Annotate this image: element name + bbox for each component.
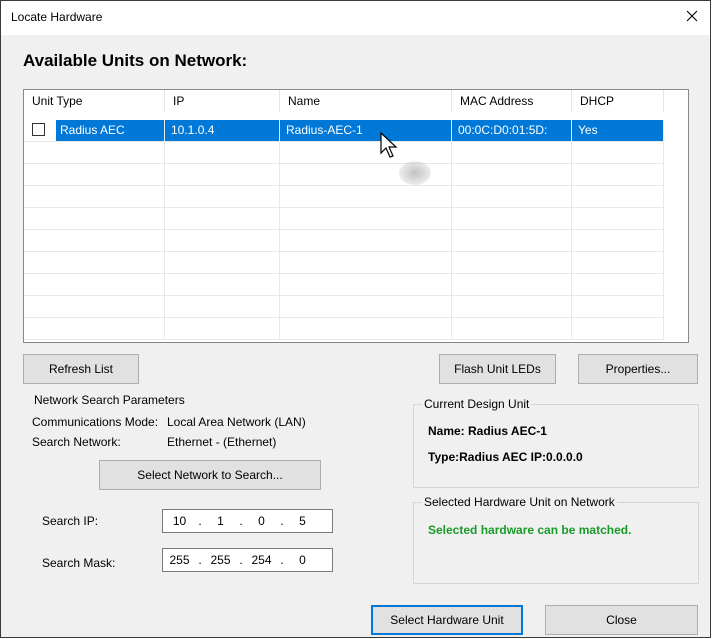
mask-octet-4: 0 <box>299 553 306 567</box>
mask-octet-2: 255 <box>210 553 231 567</box>
units-list[interactable]: Unit Type IP Name MAC Address DHCP Radiu… <box>23 89 689 343</box>
ip-octet-4: 5 <box>299 514 306 528</box>
cell-ip: 10.1.0.4 <box>165 120 280 142</box>
cell-unit-type: Radius AEC <box>56 120 164 141</box>
selected-hardware-unit-group: Selected Hardware Unit on Network Select… <box>413 495 699 584</box>
available-units-heading: Available Units on Network: <box>23 51 248 70</box>
table-row[interactable]: Radius AEC 10.1.0.4 Radius-AEC-1 00:0C:D… <box>24 120 688 142</box>
refresh-list-button[interactable]: Refresh List <box>23 354 139 384</box>
search-network-value: Ethernet - (Ethernet) <box>167 435 277 449</box>
cursor-highlight <box>399 161 431 185</box>
row-checkbox-cell: Radius AEC <box>24 120 165 142</box>
row-checkbox[interactable] <box>32 123 45 136</box>
select-network-button[interactable]: Select Network to Search... <box>99 460 321 490</box>
search-mask-field[interactable]: 255. 255. 254. 0 <box>162 548 333 572</box>
search-ip-field[interactable]: 10. 1. 0. 5 <box>162 509 333 533</box>
column-header-dhcp[interactable]: DHCP <box>572 90 664 112</box>
select-hardware-unit-button[interactable]: Select Hardware Unit <box>371 605 523 635</box>
comm-mode-label: Communications Mode: <box>32 415 159 429</box>
cell-dhcp: Yes <box>572 120 664 142</box>
close-window-button[interactable] <box>674 1 710 31</box>
current-unit-type: Type:Radius AEC IP:0.0.0.0 <box>428 450 583 464</box>
window-title: Locate Hardware <box>11 10 103 24</box>
current-unit-name: Name: Radius AEC-1 <box>428 424 547 438</box>
column-header-mac[interactable]: MAC Address <box>452 90 572 112</box>
ip-octet-3: 0 <box>258 514 265 528</box>
list-header: Unit Type IP Name MAC Address DHCP <box>24 90 688 112</box>
comm-mode-value: Local Area Network (LAN) <box>167 415 306 429</box>
mask-octet-3: 254 <box>251 553 272 567</box>
title-bar: Locate Hardware <box>1 1 710 35</box>
locate-hardware-dialog: Locate Hardware Available Units on Netwo… <box>0 0 711 638</box>
close-button[interactable]: Close <box>545 605 698 635</box>
current-design-unit-legend: Current Design Unit <box>422 397 532 411</box>
close-icon <box>686 10 698 22</box>
ip-octet-1: 10 <box>172 514 187 528</box>
network-search-legend: Network Search Parameters <box>32 393 187 407</box>
flash-unit-leds-button[interactable]: Flash Unit LEDs <box>439 354 556 384</box>
match-status-text: Selected hardware can be matched. <box>428 523 632 537</box>
search-ip-label: Search IP: <box>42 514 99 528</box>
current-design-unit-group: Current Design Unit Name: Radius AEC-1 T… <box>413 397 699 488</box>
mask-octet-1: 255 <box>169 553 190 567</box>
search-network-label: Search Network: <box>32 435 121 449</box>
cell-name: Radius-AEC-1 <box>280 120 452 142</box>
selected-hardware-legend: Selected Hardware Unit on Network <box>422 495 617 509</box>
cell-mac: 00:0C:D0:01:5D: <box>452 120 572 142</box>
ip-octet-2: 1 <box>217 514 224 528</box>
column-header-unit-type[interactable]: Unit Type <box>24 90 165 112</box>
properties-button[interactable]: Properties... <box>578 354 698 384</box>
column-header-ip[interactable]: IP <box>165 90 280 112</box>
column-header-name[interactable]: Name <box>280 90 452 112</box>
search-mask-label: Search Mask: <box>42 556 116 570</box>
